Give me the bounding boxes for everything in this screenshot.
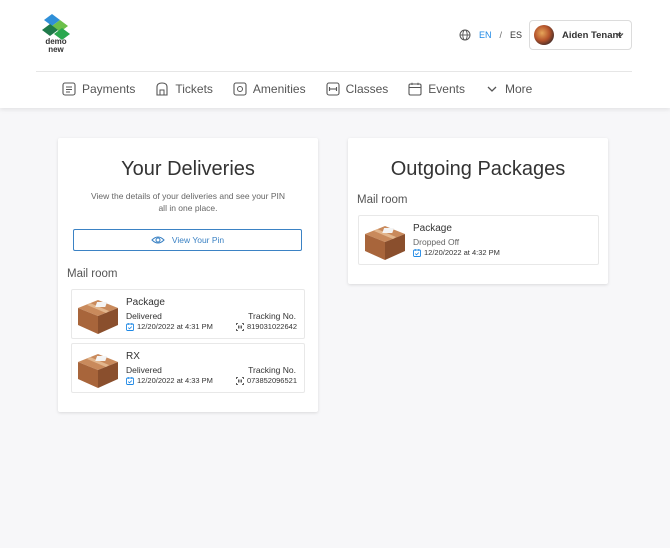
lang-es-link[interactable]: ES: [510, 30, 522, 40]
nav-item-more[interactable]: More: [485, 82, 532, 96]
avatar: [534, 25, 554, 45]
user-menu-button[interactable]: Aiden Tenant: [529, 20, 632, 50]
view-pin-label: View Your Pin: [171, 235, 225, 245]
nav-item-label: Payments: [82, 82, 136, 96]
deliveries-description: View the details of your deliveries and …: [90, 191, 286, 213]
top-header: demo new EN / ES Aiden Tenant Payments T…: [0, 0, 670, 108]
nav-item-payments[interactable]: Payments: [62, 82, 135, 96]
lang-en-link[interactable]: EN: [479, 30, 492, 40]
tracking-label: Tracking No.: [248, 311, 296, 321]
section-mail-room: Mail room: [357, 194, 408, 206]
package-status: Delivered: [126, 365, 162, 375]
package-date-text: 12/20/2022 at 4:32 PM: [424, 248, 500, 257]
nav-item-label: Classes: [345, 82, 389, 96]
barcode-scan-icon: [236, 322, 244, 331]
chevron-down-icon: [487, 86, 497, 92]
user-name: Aiden Tenant: [562, 29, 622, 41]
view-pin-button[interactable]: View Your Pin: [73, 229, 302, 251]
package-box-icon: [78, 300, 118, 334]
outgoing-card: Outgoing Packages Mail room Package Drop…: [348, 138, 608, 284]
package-name: Package: [126, 297, 165, 308]
calendar-icon: [408, 82, 422, 96]
delivery-item[interactable]: RX Delivered 12/20/2022 at 4:33 PM Track…: [71, 343, 305, 393]
globe-icon: [459, 29, 471, 41]
calendar-check-icon: [126, 376, 134, 385]
package-date: 12/20/2022 at 4:31 PM: [126, 322, 213, 331]
nav-item-events[interactable]: Events: [408, 82, 465, 96]
classes-icon: [326, 82, 340, 96]
nav-divider: [36, 71, 632, 72]
logo-text: demo new: [43, 38, 69, 54]
nav-item-label: More: [504, 82, 533, 96]
nav-item-label: Events: [428, 82, 465, 96]
package-status: Dropped Off: [413, 237, 460, 247]
logo-line-2: new: [48, 45, 64, 54]
tracking-number-text: 819031022642: [246, 322, 297, 331]
outgoing-title: Outgoing Packages: [390, 158, 566, 180]
outgoing-item[interactable]: Package Dropped Off 12/20/2022 at 4:32 P…: [358, 215, 599, 265]
barcode-scan-icon: [236, 376, 244, 385]
ticket-icon: [156, 82, 168, 96]
package-date-text: 12/20/2022 at 4:31 PM: [137, 322, 213, 331]
package-box-icon: [365, 226, 405, 260]
calendar-check-icon: [413, 248, 421, 257]
amenities-icon: [233, 82, 247, 96]
package-date-text: 12/20/2022 at 4:33 PM: [137, 376, 213, 385]
package-box-icon: [78, 354, 118, 388]
deliveries-card: Your Deliveries View the details of your…: [58, 138, 318, 412]
package-status: Delivered: [126, 311, 162, 321]
nav-item-classes[interactable]: Classes: [326, 82, 389, 96]
tracking-number-text: 073852096521: [246, 376, 297, 385]
main-nav: Payments Tickets Amenities Classes Event…: [62, 80, 552, 98]
section-mail-room: Mail room: [67, 268, 118, 280]
nav-item-tickets[interactable]: Tickets: [155, 82, 213, 96]
eye-icon: [151, 236, 165, 244]
tracking-label: Tracking No.: [248, 365, 296, 375]
package-name: RX: [126, 351, 140, 362]
deliveries-title: Your Deliveries: [121, 158, 255, 180]
calendar-check-icon: [126, 322, 134, 331]
nav-item-label: Amenities: [252, 82, 306, 96]
chevron-down-icon: [616, 33, 624, 38]
nav-item-label: Tickets: [175, 82, 213, 96]
receipt-icon: [62, 82, 76, 96]
package-name: Package: [413, 223, 452, 234]
package-date: 12/20/2022 at 4:33 PM: [126, 376, 213, 385]
tracking-number: 819031022642: [236, 322, 297, 331]
package-date: 12/20/2022 at 4:32 PM: [413, 248, 500, 257]
tracking-number: 073852096521: [236, 376, 297, 385]
delivery-item[interactable]: Package Delivered 12/20/2022 at 4:31 PM …: [71, 289, 305, 339]
lang-separator: /: [499, 30, 503, 40]
language-switcher: EN / ES: [459, 29, 522, 41]
nav-item-amenities[interactable]: Amenities: [233, 82, 306, 96]
